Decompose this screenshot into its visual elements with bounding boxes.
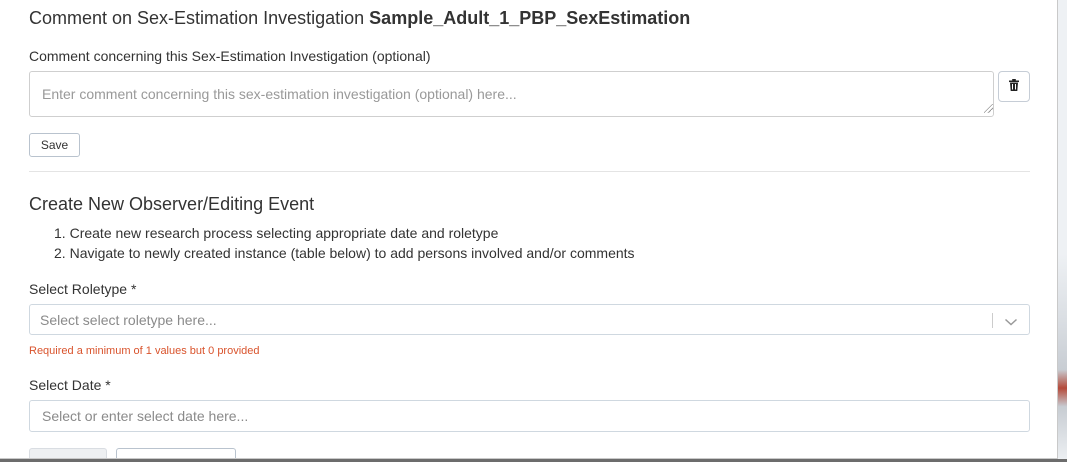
partially-visible-button[interactable] <box>116 448 236 458</box>
date-label: Select Date * <box>29 377 111 393</box>
date-input[interactable] <box>29 400 1030 432</box>
select-separator <box>992 313 993 328</box>
trash-icon <box>1009 79 1019 94</box>
instruction-step-text: Create new research process selecting ap… <box>69 225 499 241</box>
comment-title: Comment on Sex-Estimation Investigation … <box>29 8 690 29</box>
instruction-step-text: Navigate to newly created instance (tabl… <box>69 245 635 261</box>
delete-comment-button[interactable] <box>998 71 1030 102</box>
resize-handle-icon[interactable] <box>984 104 993 113</box>
comment-textarea[interactable] <box>29 71 994 117</box>
comment-field-label: Comment concerning this Sex-Estimation I… <box>29 48 431 64</box>
partially-visible-button[interactable] <box>29 448 107 458</box>
save-button[interactable]: Save <box>29 133 80 157</box>
background-page <box>1058 0 1067 462</box>
chevron-down-icon[interactable] <box>1004 314 1018 332</box>
comment-modal: Comment on Sex-Estimation Investigation … <box>0 0 1058 459</box>
investigation-name: Sample_Adult_1_PBP_SexEstimation <box>369 8 691 28</box>
instruction-list: 1. Create new research process selecting… <box>54 224 635 264</box>
roletype-placeholder: Select select roletype here... <box>40 312 217 328</box>
instruction-step: 1. Create new research process selecting… <box>54 225 499 241</box>
event-section-title: Create New Observer/Editing Event <box>29 194 315 214</box>
comment-title-prefix: Comment on Sex-Estimation Investigation <box>29 8 365 28</box>
section-divider <box>29 171 1030 172</box>
instruction-step: 2. Navigate to newly created instance (t… <box>54 245 635 261</box>
roletype-select[interactable]: Select select roletype here... <box>29 304 1030 335</box>
roletype-label: Select Roletype * <box>29 281 137 297</box>
roletype-error-message: Required a minimum of 1 values but 0 pro… <box>29 345 260 357</box>
